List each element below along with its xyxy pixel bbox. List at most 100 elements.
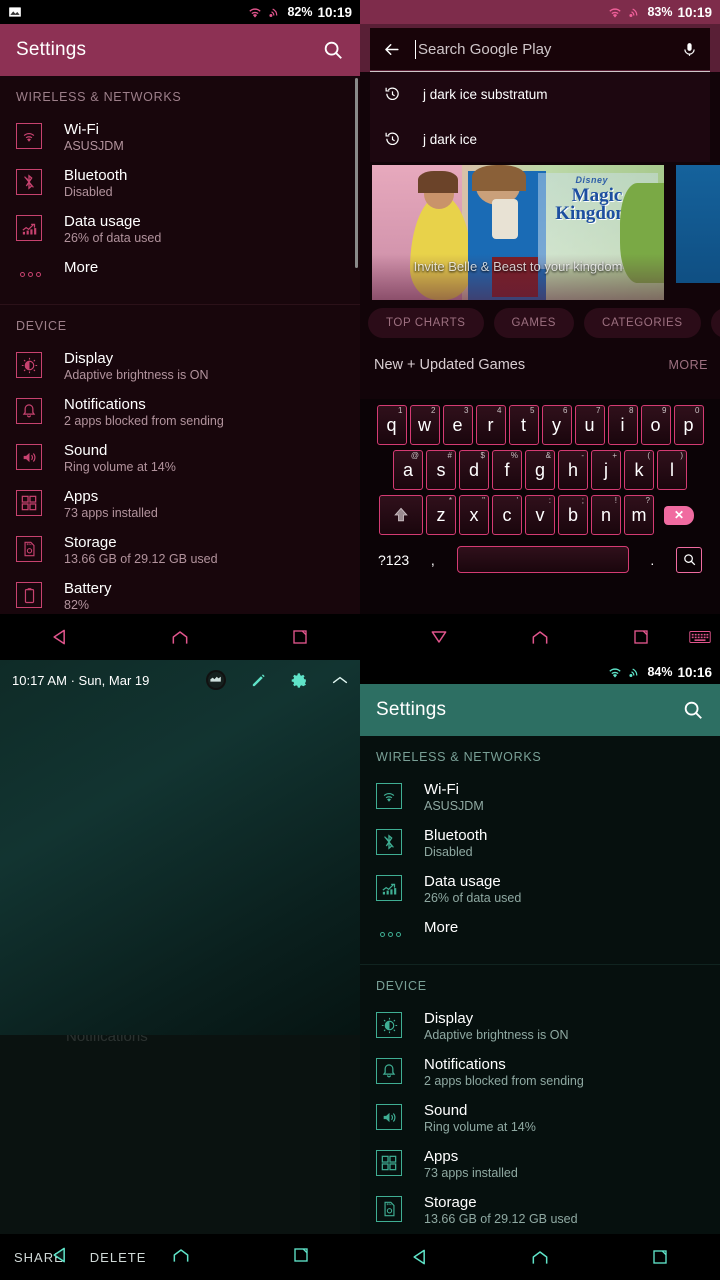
settings-row-notifications[interactable]: Notifications 2 apps blocked from sendin… [0, 389, 360, 435]
settings-row-display[interactable]: Display Adaptive brightness is ON [0, 343, 360, 389]
recents-icon[interactable] [620, 614, 661, 660]
wifi-icon [247, 5, 263, 19]
settings-row-display[interactable]: Display Adaptive brightness is ON [360, 1003, 720, 1049]
chip-early-access[interactable]: EARLY [710, 308, 720, 338]
period-key[interactable]: . [650, 552, 654, 568]
scrollbar[interactable] [355, 78, 358, 268]
settings-row-battery[interactable]: Battery 82% [0, 573, 360, 619]
settings-row-more[interactable]: More [0, 252, 360, 296]
key-a[interactable]: @ a [393, 450, 423, 490]
key-hint: ? [645, 496, 650, 505]
settings-row-storage[interactable]: Storage 13.66 GB of 29.12 GB used [0, 527, 360, 573]
back-icon[interactable] [37, 614, 83, 660]
key-label: k [634, 459, 644, 480]
settings-row-more[interactable]: More [360, 912, 720, 956]
chip-games[interactable]: GAMES [493, 308, 575, 338]
home-icon[interactable] [517, 1234, 563, 1280]
settings-row-apps[interactable]: Apps 73 apps installed [360, 1141, 720, 1187]
chip-categories[interactable]: CATEGORIES [584, 308, 701, 338]
key-z[interactable]: * z [426, 495, 456, 535]
key-e[interactable]: 3e [442, 405, 473, 445]
home-icon[interactable] [157, 614, 203, 660]
recents-icon[interactable] [277, 614, 323, 660]
more-link[interactable]: MORE [669, 358, 709, 372]
key-label: e [452, 414, 463, 435]
settings-row-bluetooth[interactable]: Bluetooth Disabled [0, 160, 360, 206]
suggestion-item[interactable]: j dark ice substratum [370, 72, 710, 117]
settings-row-wifi[interactable]: Wi-Fi ASUSJDM [360, 774, 720, 820]
key-hint: ! [614, 496, 617, 505]
promo-banner-next[interactable] [676, 165, 720, 283]
key-j[interactable]: + j [591, 450, 621, 490]
search-bar[interactable]: Search Google Play [370, 28, 710, 70]
key-s[interactable]: # s [426, 450, 456, 490]
key-c[interactable]: ' c [492, 495, 522, 535]
settings-row-bluetooth[interactable]: Bluetooth Disabled [360, 820, 720, 866]
settings-row-notifications[interactable]: Notifications 2 apps blocked from sendin… [360, 1049, 720, 1095]
key-l[interactable]: ) l [657, 450, 687, 490]
backspace-icon[interactable]: ✕ [657, 495, 701, 535]
search-icon[interactable] [322, 39, 344, 61]
key-u[interactable]: 7u [574, 405, 605, 445]
key-m[interactable]: ? m [624, 495, 654, 535]
symbols-key[interactable]: ?123 [378, 552, 409, 568]
key-h[interactable]: -h [558, 450, 588, 490]
more-dots-icon [376, 921, 404, 949]
chip-top-charts[interactable]: TOP CHARTS [368, 308, 484, 338]
comma-key[interactable]: , [431, 552, 435, 568]
battery-icon [16, 582, 44, 610]
promo-banner[interactable]: Disney Magic Kingdoms Invite Belle & Bea… [372, 165, 664, 300]
row-title: Bluetooth [64, 167, 128, 184]
key-y[interactable]: 6y [541, 405, 572, 445]
key-f[interactable]: % f [492, 450, 522, 490]
settings-row-apps[interactable]: Apps 73 apps installed [0, 481, 360, 527]
wifi-icon [607, 665, 623, 679]
chevron-up-icon[interactable] [332, 674, 348, 686]
settings-row-data-usage[interactable]: Data usage 26% of data used [0, 206, 360, 252]
key-x[interactable]: " x [459, 495, 489, 535]
key-n[interactable]: ! n [591, 495, 621, 535]
avatar[interactable] [206, 670, 226, 690]
search-input[interactable]: Search Google Play [418, 41, 667, 58]
key-i[interactable]: 8i [607, 405, 638, 445]
settings-row-storage[interactable]: Storage 13.66 GB of 29.12 GB used [360, 1187, 720, 1233]
home-icon[interactable] [519, 614, 560, 660]
key-label: r [487, 414, 494, 435]
key-k[interactable]: (k [624, 450, 654, 490]
key-b[interactable]: ; b [558, 495, 588, 535]
home-icon[interactable] [171, 1245, 191, 1270]
key-p[interactable]: 0p [673, 405, 704, 445]
key-r[interactable]: 4r [475, 405, 506, 445]
image-icon [8, 5, 22, 19]
key-v[interactable]: :v [525, 495, 555, 535]
key-o[interactable]: 9o [640, 405, 671, 445]
key-d[interactable]: $ d [459, 450, 489, 490]
keyboard-icon[interactable] [679, 614, 720, 660]
microphone-icon[interactable] [681, 41, 698, 58]
edit-pencil-icon[interactable] [250, 672, 267, 689]
row-subtitle: 13.66 GB of 29.12 GB used [424, 1212, 578, 1226]
row-subtitle: 13.66 GB of 29.12 GB used [64, 552, 218, 566]
search-icon[interactable] [676, 546, 702, 573]
gear-icon[interactable] [291, 672, 308, 689]
wifi-icon [376, 783, 404, 811]
search-icon[interactable] [682, 699, 704, 721]
space-key[interactable] [456, 546, 629, 573]
suggestion-item[interactable]: j dark ice [370, 117, 710, 162]
key-w[interactable]: 2w [409, 405, 440, 445]
recents-icon[interactable] [637, 1234, 683, 1280]
back-icon[interactable] [397, 1234, 443, 1280]
settings-row-sound[interactable]: Sound Ring volume at 14% [0, 435, 360, 481]
settings-row-sound[interactable]: Sound Ring volume at 14% [360, 1095, 720, 1141]
shift-icon[interactable] [379, 495, 423, 535]
key-t[interactable]: 5t [508, 405, 539, 445]
key-hint: $ [480, 451, 485, 460]
settings-row-data-usage[interactable]: Data usage 26% of data used [360, 866, 720, 912]
key-q[interactable]: 1q [376, 405, 407, 445]
recents-icon[interactable] [292, 1246, 310, 1269]
keyboard-down-icon[interactable] [418, 614, 459, 660]
back-icon[interactable] [50, 1245, 70, 1270]
back-arrow-icon[interactable] [382, 40, 401, 59]
key-g[interactable]: & g [525, 450, 555, 490]
settings-row-wifi[interactable]: Wi-Fi ASUSJDM [0, 114, 360, 160]
